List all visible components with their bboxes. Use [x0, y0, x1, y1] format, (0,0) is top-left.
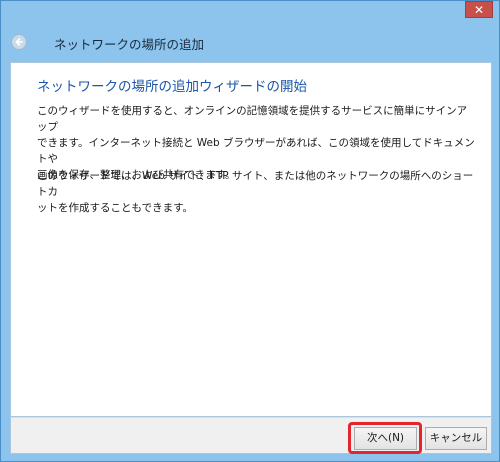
wizard-title: ネットワークの場所の追加	[54, 37, 205, 52]
wizard-window: ✕ ネットワークの場所の追加 ネットワークの場所の追加ウィザードの開始 このウィ…	[0, 0, 500, 462]
wizard-heading: ネットワークの場所の追加ウィザードの開始	[37, 79, 307, 95]
close-icon: ✕	[473, 3, 485, 17]
description-paragraph-2: このウィザードでは、Web サイト、FTP サイト、または他のネットワークの場所…	[37, 170, 474, 214]
close-button[interactable]: ✕	[465, 1, 493, 18]
wizard-content: ネットワークの場所の追加ウィザードの開始 このウィザードを使用すると、オンライン…	[10, 62, 492, 417]
next-button[interactable]: 次へ(N)	[354, 427, 417, 450]
back-button[interactable]	[11, 34, 27, 50]
back-arrow-icon	[15, 37, 23, 47]
cancel-button[interactable]: キャンセル	[425, 427, 487, 450]
wizard-footer: 次へ(N) キャンセル	[10, 417, 492, 454]
